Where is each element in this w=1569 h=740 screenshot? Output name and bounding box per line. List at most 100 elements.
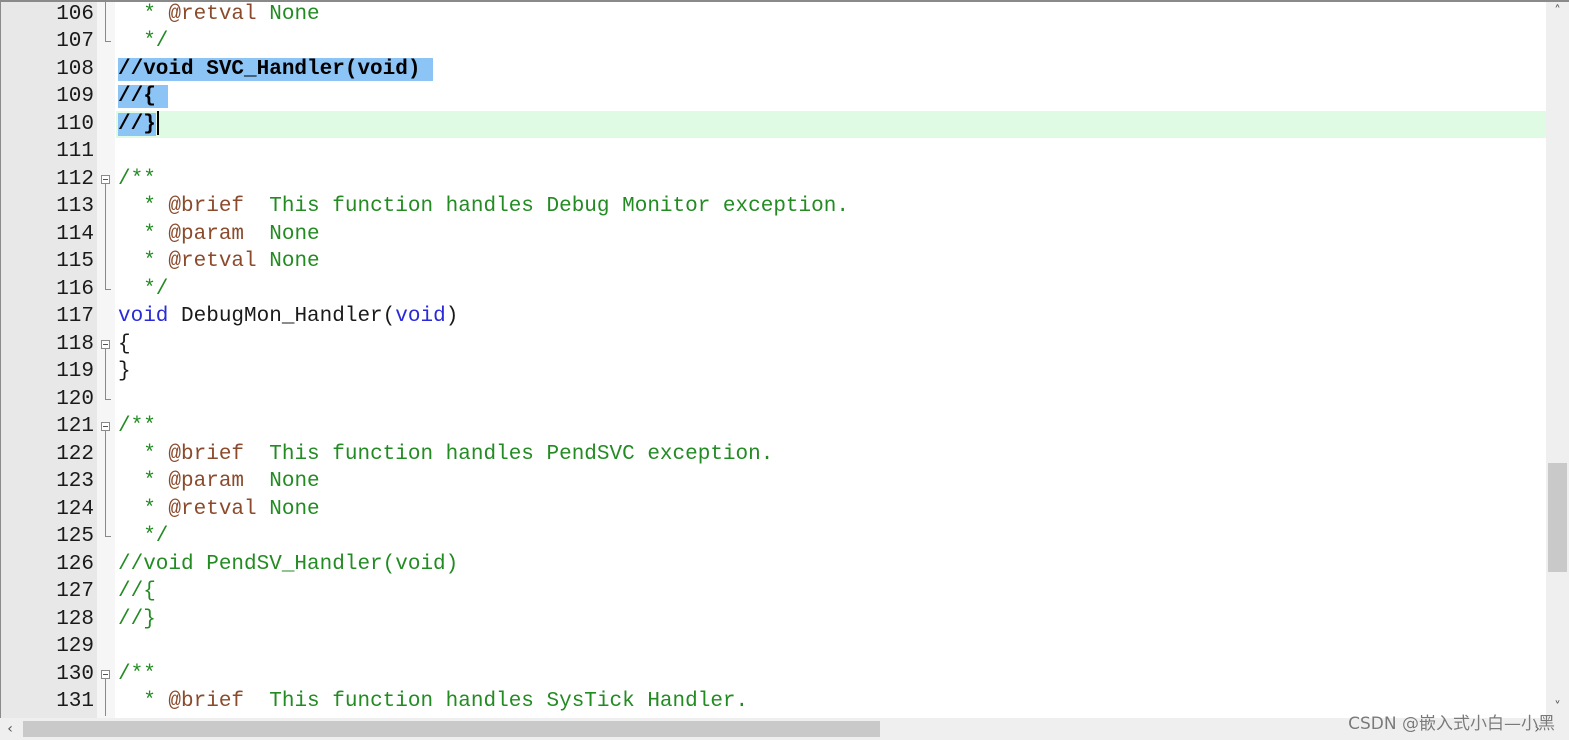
code-area[interactable]: */: [116, 523, 1546, 551]
fold-marker[interactable]: [97, 331, 115, 359]
fold-collapse-icon[interactable]: [101, 422, 110, 431]
code-editor[interactable]: 106 * @retval None 107 */108//void SVC_Ha…: [0, 0, 1546, 718]
fold-marker[interactable]: [97, 413, 115, 441]
scroll-up-icon[interactable]: ˄: [1546, 2, 1569, 22]
code-text[interactable]: {: [118, 331, 131, 359]
code-area[interactable]: * @retval None: [116, 248, 1546, 276]
vertical-scroll-thumb[interactable]: [1548, 463, 1567, 572]
code-text[interactable]: //}: [118, 606, 156, 634]
code-text[interactable]: * @retval None: [118, 248, 319, 276]
code-text[interactable]: * @retval None: [118, 496, 319, 524]
code-area[interactable]: /**: [116, 166, 1546, 194]
code-token: void: [395, 305, 446, 328]
code-line[interactable]: 120: [0, 385, 1546, 414]
horizontal-scroll-thumb[interactable]: [23, 721, 880, 737]
code-area[interactable]: /**: [116, 413, 1546, 441]
code-area[interactable]: //void PendSV_Handler(void): [116, 551, 1546, 579]
fold-marker[interactable]: [97, 661, 115, 689]
code-line[interactable]: 126 //void PendSV_Handler(void): [0, 551, 1546, 579]
fold-collapse-icon[interactable]: [101, 174, 110, 184]
code-text[interactable]: /**: [118, 661, 156, 689]
code-text[interactable]: //void PendSV_Handler(void): [118, 551, 458, 579]
horizontal-scrollbar[interactable]: ‹: [0, 718, 1546, 740]
code-line[interactable]: 107 */: [0, 28, 1546, 56]
code-text[interactable]: //void SVC_Handler(void): [118, 56, 434, 84]
code-token: *: [118, 222, 169, 246]
code-line[interactable]: 121 /**: [0, 413, 1546, 441]
code-area[interactable]: //{: [116, 578, 1546, 606]
code-line[interactable]: 122 * @brief This function handles PendS…: [0, 440, 1546, 469]
code-text[interactable]: //{: [118, 578, 156, 606]
code-area[interactable]: */: [116, 28, 1546, 56]
code-line[interactable]: 131 * @brief This function handles SysTi…: [0, 688, 1546, 716]
code-text[interactable]: //{: [118, 83, 169, 111]
line-number: 118: [56, 332, 94, 356]
code-line[interactable]: 118 {: [0, 331, 1546, 359]
code-text[interactable]: * @param None: [118, 221, 319, 249]
code-area[interactable]: [116, 138, 1546, 166]
code-line[interactable]: 129: [0, 633, 1546, 661]
fold-collapse-icon[interactable]: [101, 669, 110, 679]
code-area[interactable]: //}: [116, 606, 1546, 634]
watermark: CSDN @嵌入式小白—小黑: [1348, 714, 1555, 734]
code-text[interactable]: /**: [118, 413, 156, 441]
code-text[interactable]: */: [118, 276, 168, 304]
vertical-scrollbar[interactable]: ˄ ˅: [1546, 2, 1569, 718]
scroll-left-icon[interactable]: ‹: [0, 718, 20, 740]
code-line[interactable]: 115 * @retval None: [0, 248, 1546, 276]
code-line[interactable]: 110 //}: [0, 110, 1546, 139]
code-text[interactable]: void DebugMon_Handler(void): [118, 303, 458, 331]
code-area[interactable]: [116, 386, 1546, 414]
code-text[interactable]: /**: [118, 166, 156, 194]
code-line[interactable]: 114 * @param None: [0, 220, 1546, 249]
code-line[interactable]: 109 //{: [0, 83, 1546, 111]
code-text[interactable]: * @brief This function handles PendSVC e…: [118, 441, 773, 469]
code-line[interactable]: 106 * @retval None: [0, 0, 1546, 29]
code-line[interactable]: 124 * @retval None: [0, 495, 1546, 524]
code-area[interactable]: /**: [116, 661, 1546, 689]
code-line[interactable]: 112 /**: [0, 166, 1546, 194]
code-area[interactable]: * @brief This function handles SysTick H…: [116, 688, 1546, 716]
code-area[interactable]: * @brief This function handles Debug Mon…: [116, 193, 1546, 221]
code-area[interactable]: {: [116, 331, 1546, 359]
code-area[interactable]: }: [116, 358, 1546, 386]
code-area[interactable]: * @retval None: [116, 1, 1546, 29]
fold-marker[interactable]: [97, 166, 115, 194]
code-line[interactable]: 123 * @param None: [0, 468, 1546, 496]
code-line[interactable]: 119}: [0, 358, 1546, 386]
code-area[interactable]: [116, 633, 1546, 661]
code-area[interactable]: * @retval None: [116, 496, 1546, 524]
code-line[interactable]: 128 //}: [0, 606, 1546, 634]
code-text[interactable]: */: [118, 28, 168, 56]
fold-marker: [97, 551, 115, 579]
code-line[interactable]: 111: [0, 138, 1546, 166]
code-area[interactable]: //void SVC_Handler(void): [116, 56, 1546, 84]
fold-collapse-icon[interactable]: [101, 339, 110, 349]
line-number: 120: [56, 387, 94, 411]
fold-marker: [97, 220, 115, 248]
code-text[interactable]: //}: [118, 110, 159, 139]
code-area[interactable]: * @param None: [116, 221, 1546, 249]
code-area[interactable]: * @param None: [116, 468, 1546, 496]
code-line[interactable]: 127 //{: [0, 578, 1546, 606]
code-line[interactable]: 130 /**: [0, 661, 1546, 689]
code-line[interactable]: 116 */: [0, 275, 1546, 304]
code-area[interactable]: * @brief This function handles PendSVC e…: [116, 441, 1546, 469]
code-text[interactable]: * @retval None: [118, 1, 319, 29]
code-text[interactable]: * @brief This function handles Debug Mon…: [118, 193, 849, 221]
code-area[interactable]: void DebugMon_Handler(void): [116, 303, 1546, 331]
code-area[interactable]: //}: [116, 110, 1546, 139]
code-line[interactable]: 108 //void SVC_Handler(void): [0, 56, 1546, 84]
code-line[interactable]: 117 void DebugMon_Handler(void): [0, 303, 1546, 331]
code-line[interactable]: 125 */: [0, 523, 1546, 551]
fold-marker: [97, 495, 115, 523]
code-line[interactable]: 113 * @brief This function handles Debug…: [0, 193, 1546, 221]
code-area[interactable]: //{: [116, 83, 1546, 111]
code-area[interactable]: */: [116, 276, 1546, 304]
code-token: ): [445, 305, 459, 328]
code-text[interactable]: * @brief This function handles SysTick H…: [118, 688, 748, 716]
code-text[interactable]: */: [118, 523, 168, 551]
code-text[interactable]: * @param None: [118, 468, 319, 496]
code-text[interactable]: }: [118, 358, 131, 386]
code-token: *: [118, 497, 169, 521]
